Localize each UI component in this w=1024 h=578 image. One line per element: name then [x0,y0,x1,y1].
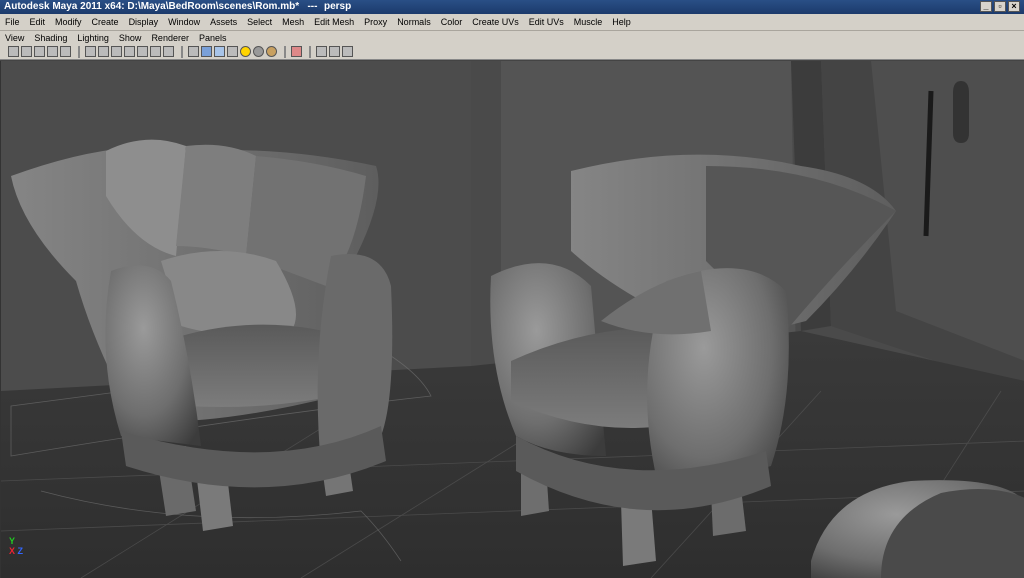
scene-render [1,61,1024,578]
wireframe-icon[interactable] [188,46,199,57]
panel-menu-renderer[interactable]: Renderer [146,33,194,43]
high-quality-icon[interactable] [266,46,277,57]
menu-muscle[interactable]: Muscle [569,17,608,27]
menu-edit[interactable]: Edit [25,17,51,27]
axis-z-label: Z [17,546,24,556]
xray-joints-icon[interactable] [342,46,353,57]
panel-menu-lighting[interactable]: Lighting [72,33,114,43]
toolbar-separator [78,45,80,58]
minimize-button[interactable]: _ [980,1,992,12]
smooth-shade-icon[interactable] [201,46,212,57]
title-bar: Autodesk Maya 2011 x64: D:\Maya\BedRoom\… [0,0,1024,14]
two-d-pan-icon[interactable] [60,46,71,57]
panel-toolbar [0,44,1024,60]
menu-create[interactable]: Create [87,17,124,27]
wireframe-on-shaded-icon[interactable] [214,46,225,57]
shadows-icon[interactable] [253,46,264,57]
field-chart-icon[interactable] [137,46,148,57]
gate-mask-icon[interactable] [124,46,135,57]
axis-x-label: X [9,546,16,556]
menu-modify[interactable]: Modify [50,17,87,27]
view-axis-indicator: Y X Z [9,536,23,556]
bookmark-icon[interactable] [34,46,45,57]
toolbar-separator [284,45,286,58]
safe-action-icon[interactable] [150,46,161,57]
window-title: Autodesk Maya 2011 x64: D:\Maya\BedRoom\… [4,1,318,12]
axis-y-label: Y [9,536,16,546]
safe-title-icon[interactable] [163,46,174,57]
menu-help[interactable]: Help [607,17,636,27]
image-plane-icon[interactable] [47,46,58,57]
maya-window: Autodesk Maya 2011 x64: D:\Maya\BedRoom\… [0,0,1024,578]
menu-create-uvs[interactable]: Create UVs [467,17,524,27]
view-name: persp [324,1,352,12]
menu-assets[interactable]: Assets [205,17,242,27]
textured-icon[interactable] [227,46,238,57]
maximize-button[interactable]: ▫ [994,1,1006,12]
lighting-icon[interactable] [240,46,251,57]
menu-file[interactable]: File [0,17,25,27]
menu-edit-mesh[interactable]: Edit Mesh [309,17,359,27]
isolate-select-icon[interactable] [316,46,327,57]
grid-icon[interactable] [85,46,96,57]
camera-attributes-icon[interactable] [21,46,32,57]
main-menu-bar: File Edit Modify Create Display Window A… [0,14,1024,31]
menu-color[interactable]: Color [436,17,468,27]
menu-display[interactable]: Display [124,17,164,27]
xray-active-icon[interactable] [329,46,340,57]
menu-normals[interactable]: Normals [392,17,436,27]
door-handle [953,81,969,143]
menu-proxy[interactable]: Proxy [359,17,392,27]
menu-window[interactable]: Window [163,17,205,27]
panel-menu-shading[interactable]: Shading [29,33,72,43]
menu-mesh[interactable]: Mesh [277,17,309,27]
close-button[interactable]: × [1008,1,1020,12]
panel-menu-view[interactable]: View [0,33,29,43]
menu-edit-uvs[interactable]: Edit UVs [524,17,569,27]
toolbar-separator [181,45,183,58]
select-camera-icon[interactable] [8,46,19,57]
panel-menu-panels[interactable]: Panels [194,33,232,43]
resolution-gate-icon[interactable] [111,46,122,57]
toolbar-separator [309,45,311,58]
perspective-viewport[interactable]: Y X Z [0,61,1024,578]
panel-menu-show[interactable]: Show [114,33,147,43]
panel-menu-bar: View Shading Lighting Show Renderer Pane… [0,31,1024,44]
xray-icon[interactable] [291,46,302,57]
window-controls: _ ▫ × [980,1,1020,12]
film-gate-icon[interactable] [98,46,109,57]
menu-select[interactable]: Select [242,17,277,27]
